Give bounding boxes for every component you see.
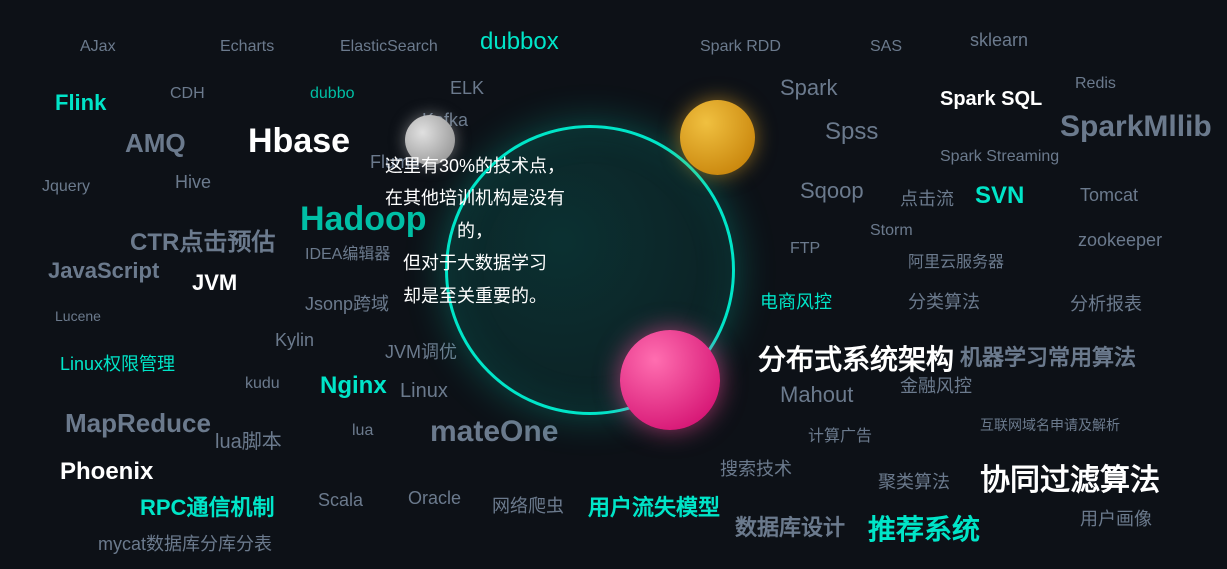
word-collab-filter: 协同过滤算法 bbox=[980, 455, 1160, 499]
word-mycat: mycat数据库分库分表 bbox=[98, 530, 272, 556]
word-hive: Hive bbox=[175, 172, 211, 193]
word-redis: Redis bbox=[1075, 75, 1116, 93]
word-elasticsearch: ElasticSearch bbox=[340, 38, 438, 56]
word-db-design: 数据库设计 bbox=[735, 510, 845, 542]
word-classification: 分类算法 bbox=[908, 288, 980, 314]
word-spark-streaming: Spark Streaming bbox=[940, 148, 1059, 166]
word-ml-algorithms: 机器学习常用算法 bbox=[960, 340, 1136, 372]
word-tomcat: Tomcat bbox=[1080, 185, 1138, 206]
word-lucene: Lucene bbox=[55, 308, 101, 324]
word-linux-auth: Linux权限管理 bbox=[60, 350, 175, 376]
word-lua-script: lua脚本 bbox=[215, 425, 282, 454]
word-nginx: Nginx bbox=[320, 372, 387, 400]
word-amq: AMQ bbox=[125, 128, 186, 159]
word-jvm: JVM bbox=[192, 270, 237, 296]
word-alibaba-cloud: 阿里云服务器 bbox=[908, 248, 1004, 272]
word-svn: SVN bbox=[975, 182, 1024, 210]
word-rpc: RPC通信机制 bbox=[140, 490, 274, 522]
word-compute-ad: 计算广告 bbox=[808, 422, 872, 446]
word-elk: ELK bbox=[450, 78, 484, 99]
center-text-line3: 但对于大数据学习 bbox=[370, 247, 580, 279]
word-flink: Flink bbox=[55, 90, 106, 116]
word-linux: Linux bbox=[400, 380, 448, 403]
word-finance-risk: 金融风控 bbox=[900, 372, 972, 398]
word-dubbo: dubbo bbox=[310, 85, 355, 103]
center-text-line1: 这里有30%的技术点， bbox=[370, 150, 580, 182]
word-javascript: JavaScript bbox=[48, 258, 159, 284]
word-internet-domain: 互联网域名申请及解析 bbox=[980, 415, 1120, 435]
word-hbase: Hbase bbox=[248, 122, 350, 161]
word-sqoop: Sqoop bbox=[800, 178, 864, 204]
word-jquery: Jquery bbox=[42, 178, 90, 196]
word-spark-rdd: Spark RDD bbox=[700, 38, 781, 56]
word-recommend: 推荐系统 bbox=[868, 508, 980, 548]
center-text-line4: 却是至关重要的。 bbox=[370, 280, 580, 312]
word-user-portrait: 用户画像 bbox=[1080, 505, 1152, 531]
word-lua: lua bbox=[352, 422, 373, 440]
word-sklearn: sklearn bbox=[970, 30, 1028, 51]
word-zookeeper: zookeeper bbox=[1078, 230, 1162, 251]
word-mateone: mateOne bbox=[430, 415, 558, 449]
center-text: 这里有30%的技术点， 在其他培训机构是没有的， 但对于大数据学习 却是至关重要… bbox=[370, 150, 580, 312]
bubble-pink bbox=[620, 330, 720, 430]
word-analysis-report: 分析报表 bbox=[1070, 290, 1142, 316]
word-sparkmllib: SparkMllib bbox=[1060, 110, 1212, 144]
word-oracle: Oracle bbox=[408, 488, 461, 509]
word-ecommerce: 电商风控 bbox=[760, 288, 832, 314]
word-spark-sql: Spark SQL bbox=[940, 88, 1042, 111]
word-kudu: kudu bbox=[245, 375, 280, 393]
word-ajax: AJax bbox=[80, 38, 116, 56]
word-search-tech: 搜索技术 bbox=[720, 455, 792, 481]
word-clustering: 聚类算法 bbox=[878, 468, 950, 494]
word-dubbox: dubbox bbox=[480, 28, 559, 56]
word-ctr: CTR点击预估 bbox=[130, 222, 275, 257]
word-click-stream: 点击流 bbox=[900, 185, 954, 211]
center-text-line2: 在其他培训机构是没有的， bbox=[370, 182, 580, 247]
word-spss: Spss bbox=[825, 118, 878, 146]
word-sas: SAS bbox=[870, 38, 902, 56]
word-cdh: CDH bbox=[170, 85, 205, 103]
word-mahout: Mahout bbox=[780, 382, 853, 408]
word-phoenix: Phoenix bbox=[60, 458, 153, 486]
word-crawler: 网络爬虫 bbox=[492, 492, 564, 518]
word-scala: Scala bbox=[318, 490, 363, 511]
word-user-churn: 用户流失模型 bbox=[588, 490, 720, 522]
word-spark: Spark bbox=[780, 75, 837, 101]
word-jvm-tuning: JVM调优 bbox=[385, 338, 457, 364]
word-kylin: Kylin bbox=[275, 330, 314, 351]
word-mapreduce: MapReduce bbox=[65, 408, 211, 439]
word-storm: Storm bbox=[870, 222, 913, 240]
bubble-gold bbox=[680, 100, 755, 175]
word-ftp: FTP bbox=[790, 240, 820, 258]
word-echarts: Echarts bbox=[220, 38, 274, 56]
